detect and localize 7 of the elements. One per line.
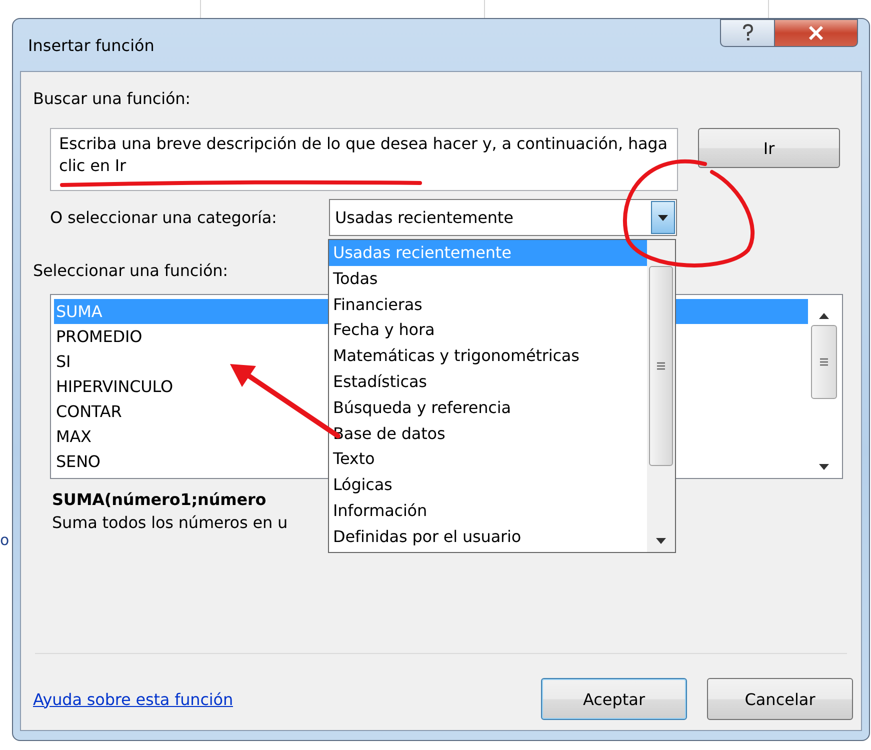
cell-text: o [0, 531, 10, 549]
category-label: O seleccionar una categoría: [50, 208, 278, 227]
function-list-label: Seleccionar una función: [33, 261, 228, 280]
function-description: Suma todos los números en u [52, 513, 288, 534]
window-title: Insertar función [28, 36, 154, 55]
search-label: Buscar una función: [33, 88, 190, 110]
function-signature: SUMA(número1;número [52, 489, 266, 511]
